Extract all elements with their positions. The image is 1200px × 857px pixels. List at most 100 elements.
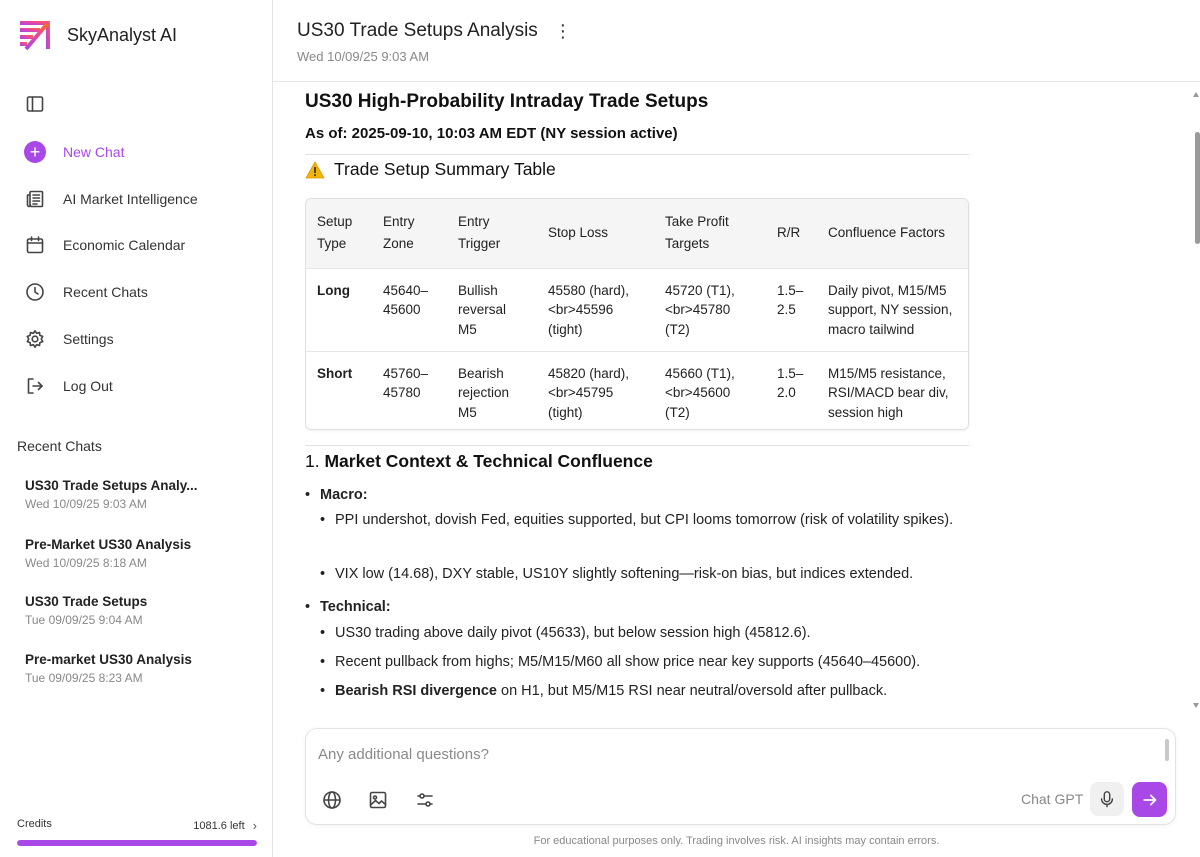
table-body: Long 45640– 45600 Bullish reversal M5 45580 (h… bbox=[306, 268, 968, 429]
table-cell-line: M5 bbox=[458, 404, 477, 420]
table-cell: 45640– 45600 bbox=[372, 268, 447, 351]
table-cell: 45580 (hard), <br>45596 (tight) bbox=[537, 268, 654, 351]
table-cell-line: <br>45795 bbox=[548, 385, 614, 400]
table-cell: 45760– 45780 bbox=[372, 351, 447, 429]
message-input[interactable] bbox=[318, 743, 1138, 765]
message-heading: US30 High-Probability Intraday Trade Set… bbox=[305, 91, 709, 112]
table-cell: Long bbox=[306, 268, 372, 351]
table-cell-line: 45760– bbox=[383, 365, 429, 381]
list-item: PPI undershot, dovish Fed, equities supp… bbox=[320, 508, 955, 533]
bold-phrase: Bearish RSI divergence bbox=[335, 683, 497, 699]
summary-heading: Trade Setup Summary Table bbox=[305, 159, 556, 180]
credits-label: Credits bbox=[17, 818, 52, 830]
send-button[interactable] bbox=[1132, 782, 1167, 817]
options-button[interactable] bbox=[413, 788, 437, 812]
table-cell: 45660 (T1), <br>45600 (T2) bbox=[654, 351, 766, 429]
chat-header: US30 Trade Setups Analysis ⋮ Wed 10/09/2… bbox=[273, 0, 1200, 82]
recent-chat-item[interactable]: US30 Trade Setups Tue 09/09/25 9:04 AM bbox=[25, 594, 260, 627]
table-header-cell: Confluence Factors bbox=[817, 199, 968, 268]
table-header-cell: Entry Trigger bbox=[447, 199, 537, 268]
sidebar-item-label: Economic Calendar bbox=[63, 237, 186, 253]
sidebar-item-economic-calendar[interactable]: Economic Calendar bbox=[24, 234, 185, 256]
table-cell-line: <br>45596 bbox=[548, 302, 614, 317]
divider bbox=[305, 154, 969, 155]
warning-icon bbox=[305, 160, 325, 178]
table-header-line: Setup bbox=[317, 214, 353, 230]
recent-chat-title: Pre-market US30 Analysis bbox=[25, 652, 192, 667]
list-item: Macro: bbox=[305, 483, 368, 508]
sidebar-toggle-button[interactable] bbox=[24, 93, 46, 115]
credits-progress-bar bbox=[17, 840, 257, 846]
composer-scrollbar[interactable] bbox=[1165, 739, 1169, 761]
table-cell: Short bbox=[306, 351, 372, 429]
table-cell: 45720 (T1), <br>45780 (T2) bbox=[654, 268, 766, 351]
list-item: US30 trading above daily pivot (45633), … bbox=[320, 621, 955, 646]
gear-icon bbox=[24, 328, 46, 350]
web-search-button[interactable] bbox=[320, 788, 344, 812]
table-cell: 1.5– 2.5 bbox=[766, 268, 817, 351]
sidebar-item-log-out[interactable]: Log Out bbox=[24, 375, 113, 397]
table-cell-line: M15/M5 resistance, bbox=[828, 365, 946, 381]
table-cell: Bullish reversal M5 bbox=[447, 268, 537, 351]
table-row: Short 45760– 45780 Bearish rejection M5 45820 … bbox=[306, 351, 968, 429]
attach-image-button[interactable] bbox=[366, 788, 390, 812]
table-cell-line: M5 bbox=[458, 321, 477, 337]
globe-icon bbox=[323, 791, 341, 809]
table-cell-line: 2.0 bbox=[777, 385, 796, 400]
microphone-icon bbox=[1100, 791, 1114, 808]
trade-setup-table: Setup Type Entry Zone Entry Trigger Stop Loss T… bbox=[305, 198, 969, 430]
credits-row[interactable]: Credits 1081.6 left › bbox=[17, 818, 257, 833]
sidebar-item-settings[interactable]: Settings bbox=[24, 328, 114, 350]
more-options-icon[interactable]: ⋮ bbox=[554, 22, 572, 40]
table-header-cell: R/R bbox=[766, 199, 817, 268]
chat-message-content: US30 High-Probability Intraday Trade Set… bbox=[305, 83, 970, 723]
table-cell-line: Long bbox=[317, 282, 350, 298]
group-label: Macro: bbox=[320, 487, 368, 503]
table-row: Long 45640– 45600 Bullish reversal M5 45580 (h… bbox=[306, 268, 968, 351]
plus-icon: + bbox=[24, 141, 46, 163]
table-header-row: Setup Type Entry Zone Entry Trigger Stop Loss T… bbox=[306, 199, 968, 268]
table-cell-line: 45820 (hard), bbox=[548, 365, 630, 381]
table-cell-line: rejection bbox=[458, 385, 510, 400]
list-item: Bearish RSI divergence on H1, but M5/M15… bbox=[320, 679, 955, 704]
table-header-line: Entry bbox=[383, 214, 415, 230]
brand-name: SkyAnalyst AI bbox=[67, 24, 178, 45]
sidebar-item-label: Log Out bbox=[63, 378, 113, 394]
scroll-down-arrow-icon[interactable] bbox=[1193, 703, 1199, 708]
recent-chat-date: Wed 10/09/25 9:03 AM bbox=[25, 497, 147, 511]
scrollbar-thumb[interactable] bbox=[1195, 132, 1200, 244]
recent-chat-title: Pre-Market US30 Analysis bbox=[25, 537, 192, 552]
table-cell: M15/M5 resistance, RSI/MACD bear div, sess… bbox=[817, 351, 968, 429]
sidebar-item-recent-chats[interactable]: Recent Chats bbox=[24, 281, 148, 303]
table-cell-line: 45780 bbox=[383, 385, 421, 400]
sidebar-item-ai-market-intelligence[interactable]: AI Market Intelligence bbox=[24, 188, 198, 210]
sliders-icon bbox=[417, 793, 433, 807]
recent-chat-item[interactable]: US30 Trade Setups Analy... Wed 10/09/25 … bbox=[25, 478, 260, 511]
credits-progress-fill bbox=[17, 840, 257, 846]
recent-chat-item[interactable]: Pre-market US30 Analysis Tue 09/09/25 8:… bbox=[25, 652, 260, 685]
table-cell-line: Daily pivot, M15/M5 bbox=[828, 282, 947, 298]
sidebar-item-new-chat[interactable]: + New Chat bbox=[24, 141, 124, 163]
brand[interactable]: SkyAnalyst AI bbox=[18, 18, 177, 52]
sidebar-toggle-icon bbox=[24, 93, 46, 115]
summary-heading-text: Trade Setup Summary Table bbox=[334, 159, 556, 179]
table-cell-line: macro tailwind bbox=[828, 321, 915, 337]
model-selector[interactable]: Chat GPT bbox=[1021, 791, 1083, 807]
recent-chat-item[interactable]: Pre-Market US30 Analysis Wed 10/09/25 8:… bbox=[25, 537, 260, 570]
disclaimer-text: For educational purposes only. Trading i… bbox=[533, 835, 940, 847]
table-cell-line: 1.5– bbox=[777, 365, 804, 381]
table-cell-line: Bullish bbox=[458, 282, 498, 298]
scroll-up-arrow-icon[interactable] bbox=[1193, 92, 1199, 97]
table-cell-line: session high bbox=[828, 404, 904, 420]
table-cell-line: Short bbox=[317, 365, 353, 381]
voice-input-button[interactable] bbox=[1090, 782, 1124, 816]
sidebar-item-label: Settings bbox=[63, 331, 114, 347]
table-cell-line: 45640– bbox=[383, 282, 429, 298]
recent-chats-heading: Recent Chats bbox=[17, 438, 102, 454]
table-cell-line: 45580 (hard), bbox=[548, 282, 630, 298]
brand-logo-icon bbox=[20, 21, 50, 51]
table-cell-line: RSI/MACD bear div, bbox=[828, 385, 949, 400]
recent-chat-title: US30 Trade Setups bbox=[25, 594, 148, 609]
credits-remaining: 1081.6 left bbox=[193, 819, 245, 832]
table-header-line: Trigger bbox=[458, 236, 501, 252]
